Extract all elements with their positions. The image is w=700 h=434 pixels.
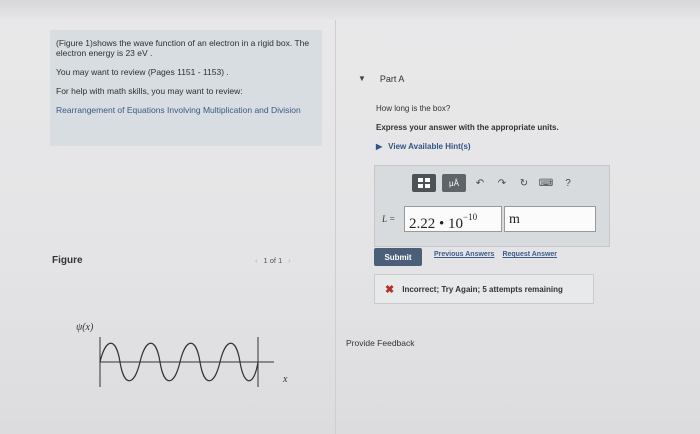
reset-icon[interactable]: ↻ (516, 174, 532, 192)
answer-mantissa: 2.22 • 10 (409, 216, 464, 232)
matrix-icon (418, 178, 430, 188)
review-text[interactable]: You may want to review (Pages 1151 - 115… (56, 67, 316, 77)
answer-links: Previous Answers Request Answer (434, 251, 557, 258)
question-text: How long is the box? (376, 104, 451, 113)
x-axis-label: x (283, 374, 288, 385)
math-toolbar: μÅ ↶ ↷ ↻ ⌨ ? (412, 174, 576, 192)
help-icon[interactable]: ? (560, 174, 576, 192)
math-help-text: For help with math skills, you may want … (56, 86, 243, 96)
incorrect-icon: ✖ (385, 283, 395, 296)
redo-icon[interactable]: ↷ (494, 174, 510, 192)
part-header[interactable]: ▼ Part A (358, 74, 404, 84)
pager-count: 1 of 1 (263, 256, 283, 265)
figure-title: Figure (52, 255, 83, 266)
feedback-message: Incorrect; Try Again; 5 attempts remaini… (402, 284, 563, 294)
undo-icon[interactable]: ↶ (472, 174, 488, 192)
math-skills-link[interactable]: Rearrangement of Equations Involving Mul… (56, 105, 316, 115)
problem-statement: (Figure 1)shows the wave function of an … (56, 38, 310, 58)
provide-feedback-link[interactable]: Provide Feedback (346, 338, 415, 348)
feedback-message-box: ✖ Incorrect; Try Again; 5 attempts remai… (374, 274, 594, 304)
previous-answers-link[interactable]: Previous Answers (434, 251, 494, 258)
answer-value-input[interactable]: 2.22 • 10−10 (404, 206, 502, 232)
part-title: Part A (379, 74, 405, 84)
top-strip (0, 0, 700, 20)
answer-exponent: −10 (463, 212, 478, 222)
request-answer-link[interactable]: Request Answer (502, 251, 557, 258)
figure-pager: ‹ 1 of 1 › (255, 256, 291, 265)
caret-down-icon[interactable]: ▼ (358, 74, 366, 84)
problem-info-box: (Figure 1)shows the wave function of an … (50, 30, 322, 146)
hints-label: View Available Hint(s) (388, 142, 471, 151)
chevron-left-icon[interactable]: ‹ (255, 256, 258, 265)
chevron-right-icon[interactable]: › (288, 256, 291, 265)
instruction-text: Express your answer with the appropriate… (376, 123, 559, 132)
units-button[interactable]: μÅ (442, 174, 466, 192)
column-divider (335, 20, 336, 434)
template-matrix-button[interactable] (412, 174, 436, 192)
answer-variable-label: L = (382, 214, 396, 224)
wave-function-label: ψ(x) (76, 322, 94, 333)
keyboard-icon[interactable]: ⌨ (538, 174, 554, 192)
caret-right-icon: ▶ (376, 142, 383, 151)
wave-function-plot (99, 337, 274, 387)
view-hints-link[interactable]: ▶ View Available Hint(s) (376, 142, 471, 151)
submit-button[interactable]: Submit (374, 248, 422, 266)
answer-unit-input[interactable]: m (504, 206, 596, 232)
answer-unit: m (509, 212, 520, 227)
